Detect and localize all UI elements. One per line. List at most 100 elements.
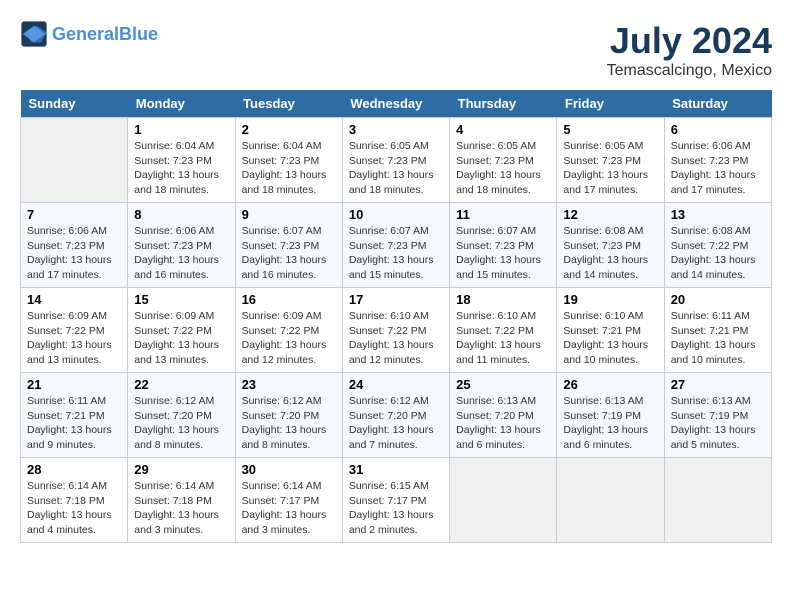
cell-info: Sunrise: 6:05 AMSunset: 7:23 PMDaylight:… (349, 139, 443, 198)
cell-info: Sunrise: 6:13 AMSunset: 7:20 PMDaylight:… (456, 394, 550, 453)
day-header-saturday: Saturday (664, 90, 771, 118)
cell-info: Sunrise: 6:09 AMSunset: 7:22 PMDaylight:… (27, 309, 121, 368)
day-number: 30 (242, 462, 336, 477)
cell-info: Sunrise: 6:08 AMSunset: 7:23 PMDaylight:… (563, 224, 657, 283)
cell-info: Sunrise: 6:07 AMSunset: 7:23 PMDaylight:… (456, 224, 550, 283)
location-subtitle: Temascalcingo, Mexico (607, 62, 772, 80)
calendar-cell: 2Sunrise: 6:04 AMSunset: 7:23 PMDaylight… (235, 118, 342, 203)
calendar-cell: 12 Sunrise: 6:08 AMSunset: 7:23 PMDayligh… (557, 203, 664, 288)
day-number: 26 (563, 377, 657, 392)
cell-info: Sunrise: 6:11 AMSunset: 7:21 PMDaylight:… (671, 309, 765, 368)
cell-info: Sunrise: 6:06 AMSunset: 7:23 PMDaylight:… (134, 224, 228, 283)
day-header-monday: Monday (128, 90, 235, 118)
title-block: July 2024 Temascalcingo, Mexico (607, 20, 772, 80)
calendar-cell (21, 118, 128, 203)
month-year-title: July 2024 (607, 20, 772, 62)
calendar-cell (557, 458, 664, 543)
calendar-week-3: 14 Sunrise: 6:09 AMSunset: 7:22 PMDayligh… (21, 288, 772, 373)
calendar-week-2: 7 Sunrise: 6:06 AMSunset: 7:23 PMDaylight… (21, 203, 772, 288)
cell-info: Sunrise: 6:13 AMSunset: 7:19 PMDaylight:… (671, 394, 765, 453)
day-header-thursday: Thursday (450, 90, 557, 118)
cell-info: Sunrise: 6:14 AMSunset: 7:17 PMDaylight:… (242, 479, 336, 538)
day-number: 24 (349, 377, 443, 392)
day-number: 1 (134, 122, 228, 137)
calendar-cell: 15Sunrise: 6:09 AMSunset: 7:22 PMDayligh… (128, 288, 235, 373)
day-number: 22 (134, 377, 228, 392)
cell-info: Sunrise: 6:05 AMSunset: 7:23 PMDaylight:… (456, 139, 550, 198)
calendar-cell: 8Sunrise: 6:06 AMSunset: 7:23 PMDaylight… (128, 203, 235, 288)
day-number: 4 (456, 122, 550, 137)
calendar-week-5: 28 Sunrise: 6:14 AMSunset: 7:18 PMDayligh… (21, 458, 772, 543)
calendar-cell: 26 Sunrise: 6:13 AMSunset: 7:19 PMDayligh… (557, 373, 664, 458)
day-number: 2 (242, 122, 336, 137)
day-number: 9 (242, 207, 336, 222)
calendar-cell: 31 Sunrise: 6:15 AMSunset: 7:17 PMDayligh… (342, 458, 449, 543)
calendar-cell: 29 Sunrise: 6:14 AMSunset: 7:18 PMDayligh… (128, 458, 235, 543)
calendar-cell: 7 Sunrise: 6:06 AMSunset: 7:23 PMDaylight… (21, 203, 128, 288)
day-number: 7 (27, 207, 121, 222)
day-number: 12 (563, 207, 657, 222)
calendar-cell: 24Sunrise: 6:12 AMSunset: 7:20 PMDayligh… (342, 373, 449, 458)
logo-icon (20, 20, 48, 48)
calendar-cell: 6 Sunrise: 6:06 AMSunset: 7:23 PMDaylight… (664, 118, 771, 203)
cell-info: Sunrise: 6:12 AMSunset: 7:20 PMDaylight:… (134, 394, 228, 453)
calendar-cell: 17Sunrise: 6:10 AMSunset: 7:22 PMDayligh… (342, 288, 449, 373)
day-header-wednesday: Wednesday (342, 90, 449, 118)
day-header-sunday: Sunday (21, 90, 128, 118)
logo: GeneralBlue (20, 20, 158, 48)
day-number: 29 (134, 462, 228, 477)
cell-info: Sunrise: 6:11 AMSunset: 7:21 PMDaylight:… (27, 394, 121, 453)
cell-info: Sunrise: 6:07 AMSunset: 7:23 PMDaylight:… (242, 224, 336, 283)
day-number: 28 (27, 462, 121, 477)
day-number: 23 (242, 377, 336, 392)
day-number: 5 (563, 122, 657, 137)
cell-info: Sunrise: 6:09 AMSunset: 7:22 PMDaylight:… (134, 309, 228, 368)
calendar-cell: 11 Sunrise: 6:07 AMSunset: 7:23 PMDayligh… (450, 203, 557, 288)
calendar-cell: 16Sunrise: 6:09 AMSunset: 7:22 PMDayligh… (235, 288, 342, 373)
calendar-week-4: 21 Sunrise: 6:11 AMSunset: 7:21 PMDayligh… (21, 373, 772, 458)
day-number: 25 (456, 377, 550, 392)
calendar-cell: 23 Sunrise: 6:12 AMSunset: 7:20 PMDayligh… (235, 373, 342, 458)
day-number: 11 (456, 207, 550, 222)
cell-info: Sunrise: 6:04 AMSunset: 7:23 PMDaylight:… (134, 139, 228, 198)
cell-info: Sunrise: 6:08 AMSunset: 7:22 PMDaylight:… (671, 224, 765, 283)
day-number: 10 (349, 207, 443, 222)
cell-info: Sunrise: 6:06 AMSunset: 7:23 PMDaylight:… (671, 139, 765, 198)
day-header-friday: Friday (557, 90, 664, 118)
cell-info: Sunrise: 6:14 AMSunset: 7:18 PMDaylight:… (134, 479, 228, 538)
cell-info: Sunrise: 6:12 AMSunset: 7:20 PMDaylight:… (242, 394, 336, 453)
day-number: 18 (456, 292, 550, 307)
cell-info: Sunrise: 6:06 AMSunset: 7:23 PMDaylight:… (27, 224, 121, 283)
calendar-cell: 5Sunrise: 6:05 AMSunset: 7:23 PMDaylight… (557, 118, 664, 203)
calendar-cell: 1 Sunrise: 6:04 AMSunset: 7:23 PMDaylight… (128, 118, 235, 203)
day-header-tuesday: Tuesday (235, 90, 342, 118)
cell-info: Sunrise: 6:13 AMSunset: 7:19 PMDaylight:… (563, 394, 657, 453)
calendar-cell: 27Sunrise: 6:13 AMSunset: 7:19 PMDayligh… (664, 373, 771, 458)
cell-info: Sunrise: 6:15 AMSunset: 7:17 PMDaylight:… (349, 479, 443, 538)
calendar-cell: 10Sunrise: 6:07 AMSunset: 7:23 PMDayligh… (342, 203, 449, 288)
calendar-cell: 3Sunrise: 6:05 AMSunset: 7:23 PMDaylight… (342, 118, 449, 203)
day-number: 20 (671, 292, 765, 307)
day-number: 14 (27, 292, 121, 307)
calendar-cell: 14 Sunrise: 6:09 AMSunset: 7:22 PMDayligh… (21, 288, 128, 373)
calendar-cell (450, 458, 557, 543)
calendar-cell: 18 Sunrise: 6:10 AMSunset: 7:22 PMDayligh… (450, 288, 557, 373)
day-number: 13 (671, 207, 765, 222)
calendar-cell (664, 458, 771, 543)
logo-general: General (52, 24, 119, 44)
calendar-header: SundayMondayTuesdayWednesdayThursdayFrid… (21, 90, 772, 118)
day-number: 6 (671, 122, 765, 137)
calendar-cell: 30 Sunrise: 6:14 AMSunset: 7:17 PMDayligh… (235, 458, 342, 543)
cell-info: Sunrise: 6:10 AMSunset: 7:22 PMDaylight:… (456, 309, 550, 368)
calendar-cell: 20 Sunrise: 6:11 AMSunset: 7:21 PMDayligh… (664, 288, 771, 373)
day-number: 19 (563, 292, 657, 307)
calendar-cell: 4 Sunrise: 6:05 AMSunset: 7:23 PMDaylight… (450, 118, 557, 203)
calendar-cell: 9 Sunrise: 6:07 AMSunset: 7:23 PMDaylight… (235, 203, 342, 288)
calendar-table: SundayMondayTuesdayWednesdayThursdayFrid… (20, 90, 772, 543)
day-number: 31 (349, 462, 443, 477)
day-number: 16 (242, 292, 336, 307)
day-number: 21 (27, 377, 121, 392)
calendar-week-1: 1 Sunrise: 6:04 AMSunset: 7:23 PMDaylight… (21, 118, 772, 203)
page-header: GeneralBlue July 2024 Temascalcingo, Mex… (20, 20, 772, 80)
cell-info: Sunrise: 6:10 AMSunset: 7:21 PMDaylight:… (563, 309, 657, 368)
